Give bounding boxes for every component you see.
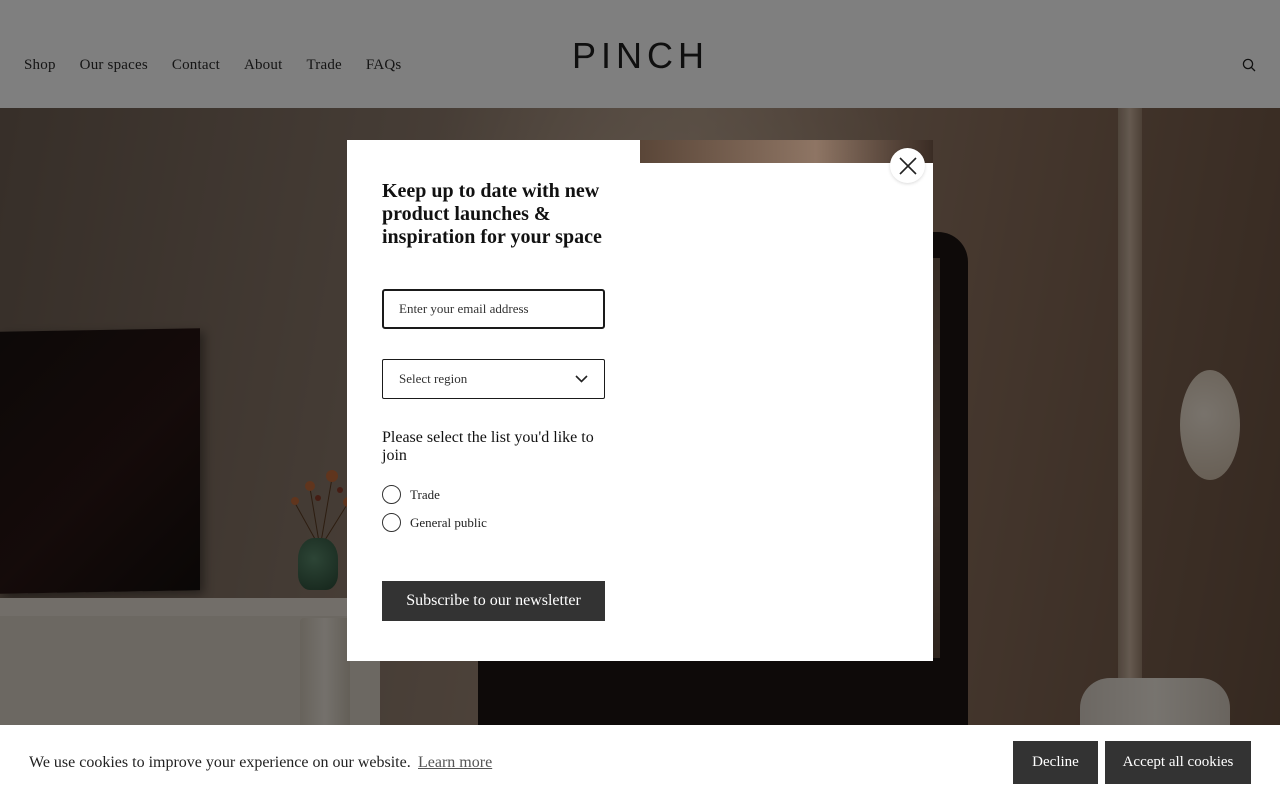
cookie-message: We use cookies to improve your experienc… <box>29 754 411 771</box>
modal-image-strip <box>640 140 933 163</box>
radio-option-general-public[interactable]: General public <box>382 513 487 532</box>
radio-option-trade[interactable]: Trade <box>382 485 440 504</box>
region-select-label: Select region <box>399 371 468 386</box>
email-field[interactable] <box>382 289 605 329</box>
radio-general-public[interactable] <box>382 513 401 532</box>
modal-title: Keep up to date with new product launche… <box>382 180 602 248</box>
subscribe-button[interactable]: Subscribe to our newsletter <box>382 581 605 621</box>
accept-cookies-button[interactable]: Accept all cookies <box>1105 741 1251 784</box>
learn-more-link[interactable]: Learn more <box>418 753 492 773</box>
radio-general-public-label: General public <box>410 514 487 530</box>
cookie-banner: We use cookies to improve your experienc… <box>0 725 1280 800</box>
modal-close-button[interactable] <box>890 148 925 183</box>
radio-trade[interactable] <box>382 485 401 504</box>
decline-cookies-button[interactable]: Decline <box>1013 741 1098 784</box>
region-select[interactable]: Select region <box>382 359 605 399</box>
list-question: Please select the list you'd like to joi… <box>382 429 594 464</box>
chevron-down-icon <box>575 375 588 383</box>
radio-trade-label: Trade <box>410 486 440 502</box>
newsletter-modal: Keep up to date with new product launche… <box>347 140 933 661</box>
close-icon <box>898 156 917 175</box>
